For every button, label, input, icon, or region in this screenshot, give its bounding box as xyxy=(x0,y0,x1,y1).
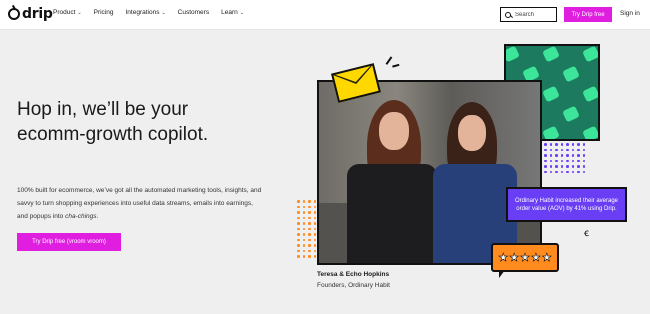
try-drip-free-button[interactable]: Try Drip free xyxy=(564,7,612,22)
drip-logo[interactable]: drip xyxy=(8,6,53,22)
hero-description-emphasis: cha-chings xyxy=(65,213,97,220)
star-icon: ★ xyxy=(509,251,520,265)
nav-item-product[interactable]: Product ⌄ xyxy=(53,9,82,16)
logo-text: drip xyxy=(22,6,53,22)
nav-item-customers[interactable]: Customers xyxy=(178,9,209,16)
star-icon: ★ xyxy=(530,251,541,265)
nav-item-integrations[interactable]: Integrations ⌄ xyxy=(125,9,165,16)
hero-cta-button[interactable]: Try Drip free (vroom vroom) xyxy=(17,233,121,251)
star-icon: ★ xyxy=(541,251,552,265)
nav-item-label: Pricing xyxy=(93,9,114,16)
drip-logo-icon xyxy=(8,8,20,20)
nav-item-label: Product xyxy=(53,9,76,16)
chevron-down-icon: ⌄ xyxy=(77,9,82,16)
nav-item-label: Integrations xyxy=(125,9,160,16)
testimonial-name: Teresa & Echo Hopkins xyxy=(317,271,390,278)
chevron-down-icon: ⌄ xyxy=(161,9,166,16)
hero-description-text: 100% built for ecommerce, we’ve got all … xyxy=(17,187,262,220)
hero-description-end: . xyxy=(96,213,99,220)
rating-badge: ★ ★ ★ ★ ★ xyxy=(491,243,559,278)
founders-photo xyxy=(317,80,542,265)
orange-dot-pattern xyxy=(297,200,319,262)
search-icon xyxy=(505,11,511,18)
chevron-down-icon: ⌄ xyxy=(239,9,244,16)
purple-dot-pattern xyxy=(544,143,586,177)
stat-callout: Ordinary Habit increased their average o… xyxy=(506,187,627,222)
hero-description: 100% built for ecommerce, we’ve got all … xyxy=(17,184,262,223)
search-box[interactable] xyxy=(500,7,557,22)
hero-title: Hop in, we’ll be your ecomm-growth copil… xyxy=(17,99,209,145)
nav-item-pricing[interactable]: Pricing xyxy=(94,9,114,16)
squiggle-icon: ꞓ xyxy=(584,228,589,239)
search-input[interactable] xyxy=(515,11,555,18)
nav-item-learn[interactable]: Learn ⌄ xyxy=(221,9,244,16)
star-icon: ★ xyxy=(520,251,530,265)
star-icon: ★ xyxy=(498,251,509,265)
sign-in-link[interactable]: Sign in xyxy=(620,10,640,17)
nav-links: Product ⌄ Pricing Integrations ⌄ Custome… xyxy=(53,9,244,16)
nav-item-label: Customers xyxy=(177,9,210,16)
testimonial-role: Founders, Ordinary Habit xyxy=(317,282,390,289)
top-nav: drip Product ⌄ Pricing Integrations ⌄ Cu… xyxy=(0,0,650,30)
nav-item-label: Learn xyxy=(221,9,238,16)
